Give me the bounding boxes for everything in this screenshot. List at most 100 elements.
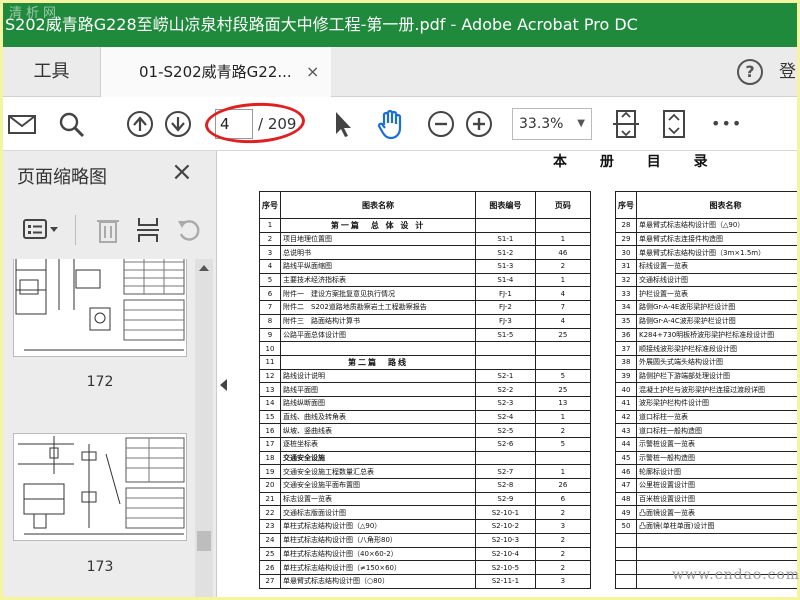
panel-title: 页面缩略图 [17, 167, 107, 188]
header-name: 图表名称 [279, 191, 477, 219]
row-no: 38 [615, 354, 637, 370]
row-no: 21 [259, 491, 281, 507]
tab-document[interactable]: 01-S202威青路G22... × [101, 47, 331, 97]
row-name: 交通安全设施 [279, 450, 477, 466]
thumbnail-page-173[interactable] [13, 433, 187, 541]
row-no: 8 [259, 313, 281, 329]
table-row: 45 示警桩一般构造图 [615, 450, 797, 466]
row-code: S2-2 [475, 382, 536, 397]
delete-icon[interactable] [95, 215, 121, 249]
row-code: S2-8 [475, 478, 536, 493]
scrollbar-thumb[interactable] [197, 531, 211, 551]
table-row: 42 道口标柱一览表 [615, 409, 797, 425]
table-row: 17 逐桩坐标表 S2-6 5 [259, 437, 592, 452]
row-page: 2 [534, 532, 592, 548]
row-page: 2 [534, 423, 592, 438]
row-no: 3 [259, 245, 281, 261]
row-no: 4 [259, 259, 281, 274]
hand-tool-icon[interactable] [375, 108, 407, 140]
document-title: 本 册 目 录 [553, 154, 722, 170]
collapse-panel-icon[interactable] [220, 379, 227, 391]
row-no: 24 [259, 532, 281, 548]
toc-table-right: 序号 图表名称 28 单悬臂式标志结构设计图（△90） 29 单悬臂式标志连接件构造图… [615, 191, 797, 589]
row-page: 46 [534, 245, 592, 261]
panel-close-icon[interactable]: × [171, 157, 193, 187]
row-page: 4 [534, 313, 592, 329]
email-icon[interactable] [7, 108, 37, 140]
row-no: 25 [259, 546, 281, 562]
table-row: 8 附件三 路面结构计算书 FJ-3 4 [259, 313, 592, 329]
table-row: 23 单柱式标志结构设计图（△90） S2-10-2 3 [259, 519, 592, 534]
scroll-up-icon[interactable] [199, 265, 209, 271]
row-name: 单柱式标志结构设计图（八角形80） [279, 532, 477, 548]
toc-header-row: 序号 图表名称 图表编号 页码 [259, 191, 592, 219]
row-no: 26 [259, 560, 281, 575]
row-no: 36 [615, 327, 637, 343]
table-row: 20 交通安全设施平面布置图 S2-8 26 [259, 478, 592, 493]
row-no: 9 [259, 327, 281, 343]
header-no: 序号 [615, 191, 637, 219]
thumbnail-label-173: 173 [86, 559, 114, 575]
row-no: 22 [259, 505, 281, 521]
select-cursor-icon[interactable] [331, 108, 355, 140]
row-no: 39 [615, 368, 637, 384]
row-name: 混凝土护栏与波形梁护栏连接过渡段详图 [636, 382, 797, 397]
row-code: S2-10-2 [475, 519, 536, 534]
row-page: 4 [534, 286, 592, 302]
full-screen-icon[interactable] [659, 108, 689, 140]
document-viewer[interactable]: 本 册 目 录 序号 图表名称 图表编号 页码 1 第一篇 总 体 设 计 2 项目地… [235, 151, 797, 597]
row-name: 附件三 路面结构计算书 [279, 313, 477, 329]
search-icon[interactable] [57, 108, 87, 140]
next-page-icon[interactable] [163, 108, 193, 140]
row-name: 外展圆头式端头结构设计图 [636, 354, 797, 370]
more-options-icon[interactable]: ••• [711, 108, 742, 140]
row-no: 37 [615, 341, 637, 356]
row-name: 总说明书 [279, 245, 477, 261]
row-name: 项目地理位置图 [279, 231, 477, 247]
rotate-icon[interactable] [175, 215, 203, 249]
row-no: 48 [615, 491, 637, 507]
table-row [615, 546, 797, 562]
row-no: 19 [259, 464, 281, 480]
page-thumbnails-panel: 页面缩略图 × 172 173 [3, 151, 217, 597]
row-no: 10 [259, 341, 281, 356]
row-name: 单悬臂式标志连接件构造图 [636, 231, 797, 247]
row-code: S1-1 [475, 231, 536, 247]
row-page: 3 [534, 519, 592, 534]
panel-divider [75, 215, 76, 245]
table-row: 5 主要技术经济指标表 S1-4 1 [259, 272, 592, 288]
thumbnail-page-172[interactable] [13, 259, 187, 357]
row-name: 交通标线设计图 [636, 272, 797, 288]
zoom-select[interactable]: 33.3% ▼ [512, 108, 592, 140]
table-row: 40 混凝土护栏与波形梁护栏连接过渡段详图 [615, 382, 797, 397]
row-name: 附件一 建设方案批复意见执行情况 [279, 286, 477, 302]
thumbnail-options-icon[interactable] [23, 217, 61, 247]
table-row: 31 标线设置一览表 [615, 259, 797, 274]
tab-tools[interactable]: 工具 [3, 47, 101, 97]
row-name: 百米桩设置设计图 [636, 491, 797, 507]
row-code: S2-9 [475, 491, 536, 507]
row-name: 路线平面图 [279, 382, 477, 397]
row-code: S2-1 [475, 368, 536, 384]
row-no: 30 [615, 245, 637, 261]
row-name [636, 546, 797, 562]
thumbnail-scrollbar[interactable] [195, 259, 213, 597]
previous-page-icon[interactable] [125, 108, 155, 140]
help-icon[interactable]: ? [737, 59, 763, 85]
table-row: 35 路侧Gr-A-4C波形梁护栏设计图 [615, 313, 797, 329]
row-code [475, 218, 536, 233]
row-code: S2-10-3 [475, 532, 536, 548]
table-row: 13 路线平面图 S2-2 25 [259, 382, 592, 397]
row-code: S1-5 [475, 327, 536, 343]
zoom-out-icon[interactable] [426, 108, 456, 140]
fit-page-icon[interactable] [611, 108, 641, 140]
table-row: 12 路线设计说明 S2-1 5 [259, 368, 592, 384]
insert-pages-icon[interactable] [135, 215, 161, 249]
zoom-in-icon[interactable] [464, 108, 494, 140]
login-link[interactable]: 登 [779, 47, 796, 97]
table-row [615, 532, 797, 548]
header-no: 序号 [259, 191, 281, 219]
tab-close-icon[interactable]: × [306, 47, 319, 97]
table-row: 44 示警桩设置一览表 [615, 437, 797, 452]
row-no: 16 [259, 423, 281, 438]
